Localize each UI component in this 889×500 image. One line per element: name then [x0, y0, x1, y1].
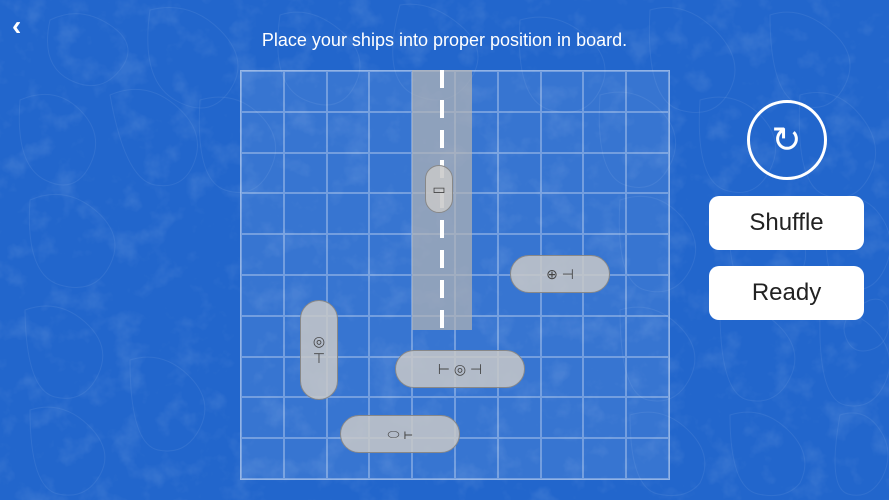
board-cell[interactable]	[626, 234, 669, 275]
board-cell[interactable]	[369, 193, 412, 234]
board-cell[interactable]	[541, 438, 584, 479]
right-panel: ↻ Shuffle Ready	[704, 100, 869, 320]
board-cell[interactable]	[369, 71, 412, 112]
board-cell[interactable]	[241, 193, 284, 234]
board-cell[interactable]	[369, 112, 412, 153]
board-cell[interactable]	[241, 316, 284, 357]
board-cell[interactable]	[583, 397, 626, 438]
board-cell[interactable]	[241, 357, 284, 398]
board-cell[interactable]	[327, 193, 370, 234]
board-cell[interactable]	[327, 153, 370, 194]
board-cell[interactable]	[583, 153, 626, 194]
ship-4-icon: ⊢ ◎ ⊣	[438, 361, 482, 378]
rotate-button[interactable]: ↻	[747, 100, 827, 180]
ship-5-icon: ⬭ ⊢	[387, 426, 412, 443]
board-cell[interactable]	[369, 153, 412, 194]
board-cell[interactable]	[284, 397, 327, 438]
board-cell[interactable]	[284, 153, 327, 194]
board-cell[interactable]	[541, 316, 584, 357]
board-cell[interactable]	[327, 71, 370, 112]
ship-1-icon: ▭	[432, 181, 445, 198]
ship-2-icon: ⊕ ⊣	[546, 266, 574, 283]
board-cell[interactable]	[583, 438, 626, 479]
board-cell[interactable]	[241, 275, 284, 316]
board-cell[interactable]	[455, 438, 498, 479]
board-cell[interactable]	[626, 438, 669, 479]
board-cell[interactable]	[284, 71, 327, 112]
board-cell[interactable]	[626, 193, 669, 234]
board-cell[interactable]	[583, 112, 626, 153]
board-cell[interactable]	[583, 316, 626, 357]
ship-2[interactable]: ⊕ ⊣	[510, 255, 610, 293]
board-cell[interactable]	[241, 112, 284, 153]
ship-1[interactable]: ▭	[425, 165, 453, 213]
board-cell[interactable]	[498, 438, 541, 479]
ship-5[interactable]: ⬭ ⊢	[340, 415, 460, 453]
board-cell[interactable]	[284, 112, 327, 153]
back-button[interactable]: ‹	[12, 12, 21, 40]
board-cell[interactable]	[241, 153, 284, 194]
board-cell[interactable]	[241, 397, 284, 438]
board-cell[interactable]	[369, 275, 412, 316]
board-cell[interactable]	[583, 71, 626, 112]
board-cell[interactable]	[626, 316, 669, 357]
board-cell[interactable]	[241, 234, 284, 275]
board-cell[interactable]	[498, 153, 541, 194]
board-cell[interactable]	[498, 193, 541, 234]
board-cell[interactable]	[583, 193, 626, 234]
board-cell[interactable]	[541, 112, 584, 153]
board-cell[interactable]	[455, 397, 498, 438]
instruction-text: Place your ships into proper position in…	[262, 30, 627, 51]
board-cell[interactable]	[284, 438, 327, 479]
game-board: ▭ ⊕ ⊣ ◎⊤ ⊢ ◎ ⊣ ⬭ ⊢	[240, 70, 670, 480]
board-cell[interactable]	[498, 71, 541, 112]
board-cell[interactable]	[583, 357, 626, 398]
board-cell[interactable]	[541, 153, 584, 194]
board-cell[interactable]	[498, 112, 541, 153]
rotate-icon: ↻	[771, 119, 801, 161]
board-cell[interactable]	[369, 234, 412, 275]
board-cell[interactable]	[498, 397, 541, 438]
board-cell[interactable]	[626, 153, 669, 194]
shuffle-button[interactable]: Shuffle	[709, 196, 864, 250]
ship-3[interactable]: ◎⊤	[300, 300, 338, 400]
board-cell[interactable]	[327, 112, 370, 153]
board-cell[interactable]	[626, 112, 669, 153]
board-cell[interactable]	[241, 71, 284, 112]
board-cell[interactable]	[541, 397, 584, 438]
board-cell[interactable]	[626, 397, 669, 438]
board-cell[interactable]	[626, 71, 669, 112]
board-cell[interactable]	[327, 234, 370, 275]
board-cell[interactable]	[284, 234, 327, 275]
board-cell[interactable]	[626, 275, 669, 316]
board-cell[interactable]	[541, 193, 584, 234]
board-cell[interactable]	[541, 357, 584, 398]
board-cell[interactable]	[284, 193, 327, 234]
ship-4[interactable]: ⊢ ◎ ⊣	[395, 350, 525, 388]
board-cell[interactable]	[541, 71, 584, 112]
ship-3-icon: ◎⊤	[313, 333, 325, 367]
board-cell[interactable]	[241, 438, 284, 479]
ready-button[interactable]: Ready	[709, 266, 864, 320]
board-cell[interactable]	[626, 357, 669, 398]
